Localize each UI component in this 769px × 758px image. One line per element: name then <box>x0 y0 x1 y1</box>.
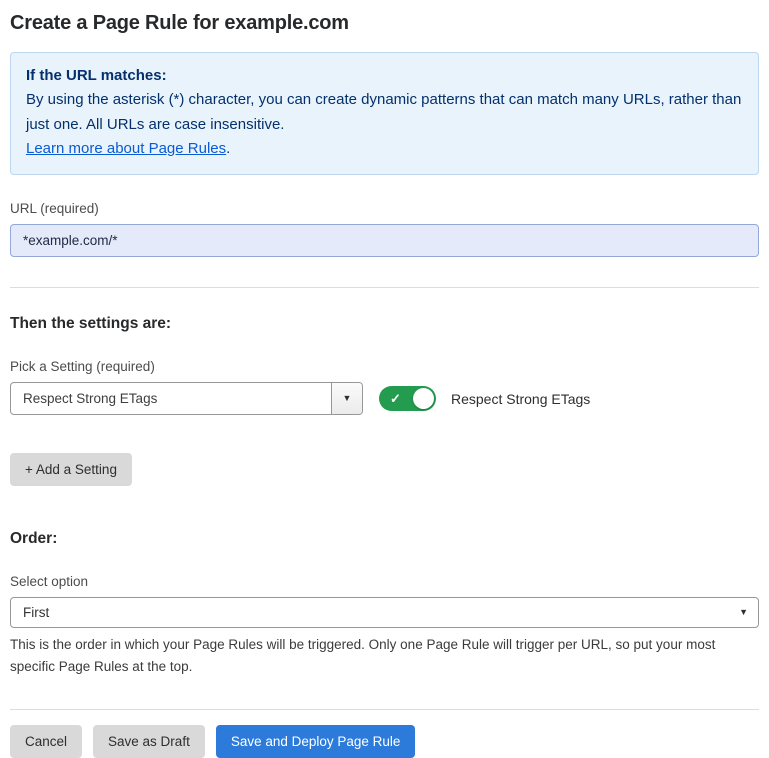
footer-actions: Cancel Save as Draft Save and Deploy Pag… <box>10 725 759 758</box>
save-deploy-button[interactable]: Save and Deploy Page Rule <box>216 725 416 758</box>
url-label: URL (required) <box>10 201 759 216</box>
info-box-heading: If the URL matches: <box>26 64 743 88</box>
cancel-button[interactable]: Cancel <box>10 725 82 758</box>
setting-dropdown[interactable]: Respect Strong ETags ▼ <box>10 382 363 415</box>
order-heading: Order: <box>10 530 759 548</box>
chevron-down-icon: ▼ <box>343 394 352 403</box>
toggle-label: Respect Strong ETags <box>451 391 590 407</box>
etag-toggle-switch[interactable]: ✓ <box>379 386 436 411</box>
select-option-label: Select option <box>10 574 759 589</box>
url-input[interactable] <box>10 224 759 257</box>
info-box-body: By using the asterisk (*) character, you… <box>26 88 743 137</box>
dropdown-arrow-button[interactable]: ▼ <box>331 383 362 414</box>
order-select[interactable]: First ▼ <box>10 597 759 628</box>
order-select-value: First <box>23 605 739 620</box>
check-icon: ✓ <box>390 391 401 407</box>
setting-dropdown-value: Respect Strong ETags <box>11 383 331 414</box>
learn-more-link[interactable]: Learn more about Page Rules <box>26 140 226 157</box>
save-draft-button[interactable]: Save as Draft <box>93 725 205 758</box>
divider <box>10 709 759 710</box>
pick-setting-label: Pick a Setting (required) <box>10 359 759 374</box>
setting-row: Respect Strong ETags ▼ ✓ Respect Strong … <box>10 382 759 415</box>
settings-heading: Then the settings are: <box>10 315 759 333</box>
page-title: Create a Page Rule for example.com <box>10 12 759 35</box>
link-period: . <box>226 140 230 157</box>
toggle-knob <box>413 388 434 409</box>
url-match-info-box: If the URL matches: By using the asteris… <box>10 52 759 175</box>
page-rule-form: Create a Page Rule for example.com If th… <box>0 0 769 758</box>
chevron-down-icon: ▼ <box>739 608 748 617</box>
info-box-link-line: Learn more about Page Rules. <box>26 137 743 161</box>
add-setting-button[interactable]: + Add a Setting <box>10 453 132 486</box>
order-help-text: This is the order in which your Page Rul… <box>10 634 755 679</box>
divider <box>10 287 759 288</box>
